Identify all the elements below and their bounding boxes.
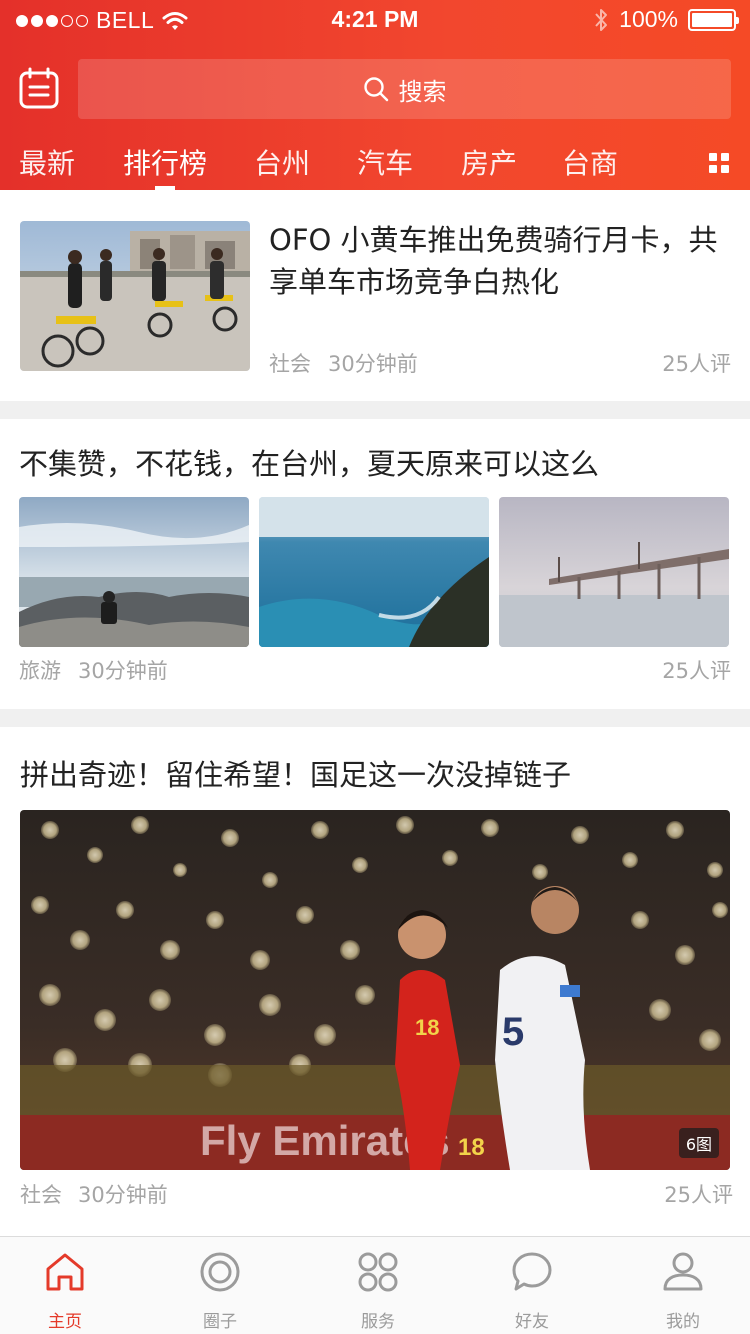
article-category: 社会	[269, 352, 311, 376]
status-bar: BELL 4:21 PM 100%	[0, 0, 750, 40]
user-icon	[663, 1252, 703, 1291]
svg-text:5: 5	[502, 1010, 524, 1054]
nav-friends-label: 好友	[515, 1312, 549, 1332]
tab-taishang[interactable]: 台商	[562, 142, 618, 182]
article-time: 30分钟前	[328, 352, 418, 376]
article-title: OFO 小黄车推出免费骑行月卡，共享单车市场竞争白热化	[269, 223, 718, 299]
article-thumbnail	[20, 221, 250, 371]
app-header: BELL 4:21 PM 100% 搜索 最新 排行榜 台州 汽车 房产 台商	[0, 0, 750, 190]
category-tabs: 最新 排行榜 台州 汽车 房产 台商	[0, 136, 750, 190]
nav-profile[interactable]: 我的	[633, 1251, 733, 1332]
nav-circle-label: 圈子	[203, 1312, 237, 1332]
nav-friends[interactable]: 好友	[482, 1251, 582, 1332]
article-time: 30分钟前	[78, 659, 168, 683]
image-count-badge: 6图	[678, 1128, 719, 1158]
article-time: 30分钟前	[78, 1183, 168, 1207]
bottom-tab-bar: 主页 圈子 服务 好友 我的	[0, 1236, 750, 1334]
article-title: 不集赞，不花钱，在台州，夏天原来可以这么	[19, 447, 600, 481]
article-card[interactable]: 拼出奇迹！留住希望！国足这一次没掉链子 Fly Emirates 18 18 5…	[0, 727, 750, 1236]
article-title: 拼出奇迹！留住希望！国足这一次没掉链子	[20, 758, 572, 792]
article-comments: 25人评	[664, 1183, 733, 1207]
tab-ranking[interactable]: 排行榜	[123, 142, 207, 182]
search-label: 搜索	[398, 77, 447, 106]
battery-percent: 100%	[619, 6, 678, 32]
search-bar[interactable]: 搜索	[78, 59, 731, 119]
bluetooth-icon	[595, 8, 608, 31]
article-card[interactable]: OFO 小黄车推出免费骑行月卡，共享单车市场竞争白热化 社会 30分钟前 25人…	[0, 190, 750, 401]
football-photo: Fly Emirates 18 18 5	[20, 810, 730, 1170]
nav-home-label: 主页	[48, 1312, 82, 1332]
section-divider	[0, 401, 750, 419]
search-icon	[363, 77, 388, 102]
svg-text:18: 18	[415, 1015, 439, 1040]
tab-taizhou[interactable]: 台州	[254, 142, 310, 182]
article-comments: 25人评	[662, 659, 731, 683]
chat-bubble-icon	[512, 1252, 552, 1291]
tab-realestate[interactable]: 房产	[461, 142, 517, 182]
tab-latest[interactable]: 最新	[19, 142, 75, 182]
nav-services[interactable]: 服务	[328, 1251, 428, 1332]
nav-home[interactable]: 主页	[15, 1251, 115, 1332]
article-category: 旅游	[19, 659, 61, 683]
home-icon	[46, 1253, 84, 1291]
grid-menu-icon[interactable]	[709, 153, 729, 173]
battery-icon	[688, 8, 739, 31]
status-right: 100%	[593, 6, 739, 33]
nav-circle[interactable]: 圈子	[170, 1251, 270, 1332]
svg-text:18: 18	[458, 1134, 485, 1161]
tab-auto[interactable]: 汽车	[357, 142, 413, 182]
article-comments: 25人评	[662, 352, 731, 376]
nav-services-label: 服务	[361, 1312, 395, 1332]
article-thumbnail	[19, 497, 249, 647]
article-category: 社会	[20, 1183, 62, 1207]
services-icon	[358, 1252, 398, 1292]
circle-icon	[200, 1252, 240, 1292]
article-hero-image: Fly Emirates 18 18 5 6图	[20, 810, 730, 1170]
calendar-icon[interactable]	[19, 67, 59, 109]
nav-profile-label: 我的	[666, 1312, 700, 1332]
article-thumbnail	[259, 497, 489, 647]
article-card[interactable]: 不集赞，不花钱，在台州，夏天原来可以这么 旅游 30分钟前 25人评	[0, 419, 750, 709]
section-divider	[0, 709, 750, 727]
article-thumbnail	[499, 497, 729, 647]
